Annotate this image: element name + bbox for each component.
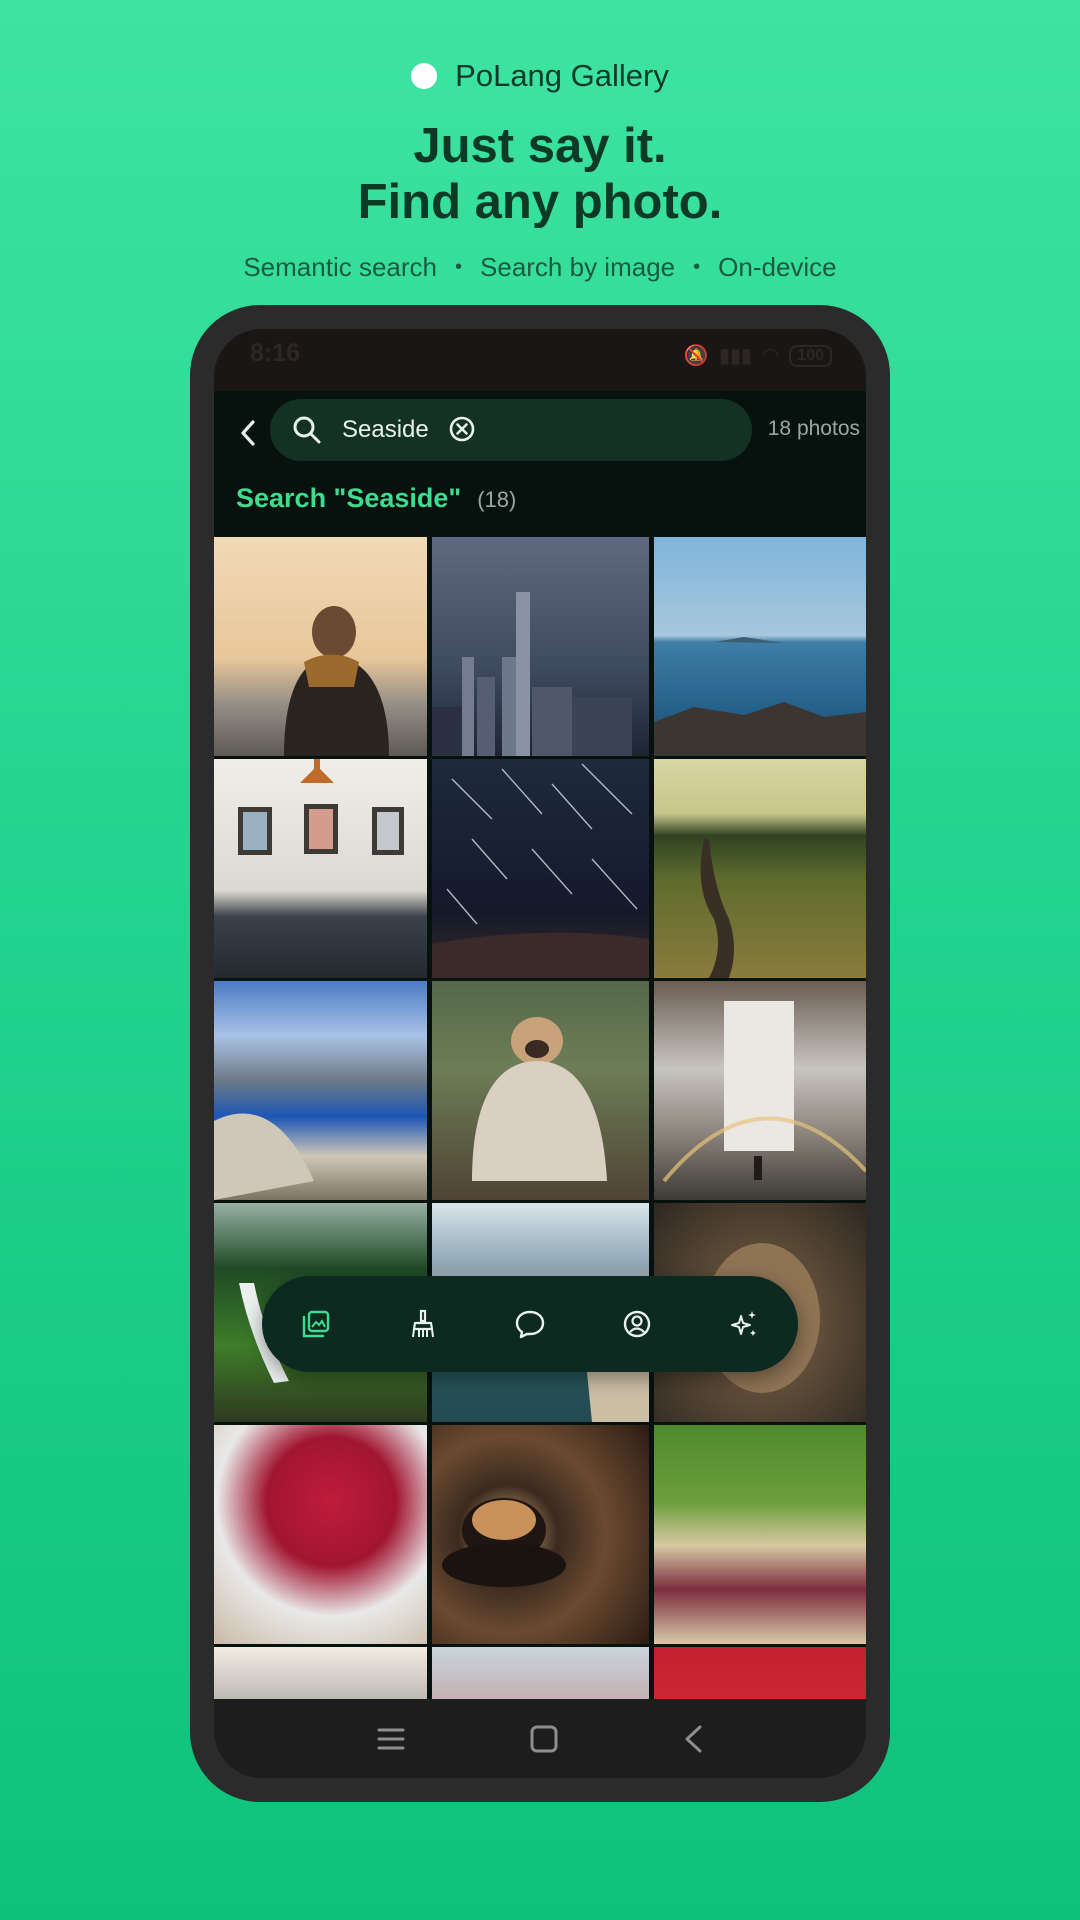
photo-rocky-coast-sea[interactable] <box>654 537 866 756</box>
photo-art <box>432 592 632 756</box>
recents-icon[interactable] <box>376 1726 406 1752</box>
chat-icon <box>515 1310 545 1339</box>
photo-art <box>284 606 389 756</box>
photo-art <box>432 763 649 978</box>
results-count: (18) <box>477 487 517 512</box>
results-header: Search "Seaside" (18) <box>236 483 516 514</box>
separator-dot: • <box>693 256 701 278</box>
system-navigation-bar <box>214 1699 866 1778</box>
headline-line-1: Just say it. <box>413 119 667 173</box>
wifi-icon: ◠ <box>761 345 780 367</box>
brand-logo-dot <box>411 63 438 89</box>
photo-art <box>654 637 866 756</box>
search-query[interactable]: Seaside <box>342 416 429 444</box>
sparkle-icon <box>731 1311 757 1336</box>
clean-icon <box>411 1309 434 1338</box>
photo-grid <box>214 537 866 1699</box>
photo-coffee-cup-table[interactable] <box>432 1425 649 1644</box>
brand-header: PoLang Gallery <box>0 58 1080 94</box>
nav-gallery-button[interactable] <box>288 1296 344 1352</box>
photo-fjord-cliff-view[interactable] <box>214 981 427 1200</box>
photo-art <box>442 1498 566 1587</box>
photo-art <box>662 1001 866 1183</box>
status-bar: 8:16 🔕 ▮▮▮ ◠ 100 <box>214 329 866 391</box>
headline-line-2: Find any photo. <box>357 175 723 229</box>
photo-count: 18 photos <box>767 417 860 440</box>
back-nav-icon[interactable] <box>682 1724 704 1754</box>
feature-on-device: On-device <box>718 252 837 282</box>
photo-art <box>214 1113 314 1200</box>
battery-icon: 100 <box>789 344 832 367</box>
nav-profile-button[interactable] <box>609 1296 665 1352</box>
feature-search-by-image: Search by image <box>480 252 676 282</box>
nav-ai-button[interactable] <box>716 1296 772 1352</box>
nav-chat-button[interactable] <box>502 1296 558 1352</box>
photo-grass-field-path[interactable] <box>654 759 866 978</box>
signal-icon: ▮▮▮ <box>718 345 752 367</box>
photo-art <box>238 759 404 855</box>
photo-waterfall-rainbow[interactable] <box>654 981 866 1200</box>
status-time: 8:16 <box>250 339 301 367</box>
back-button[interactable] <box>228 413 268 453</box>
nav-clean-button[interactable] <box>395 1296 451 1352</box>
photo-city-skyline-dusk[interactable] <box>432 537 649 756</box>
clear-search-icon[interactable] <box>448 415 476 443</box>
gallery-icon <box>302 1310 329 1338</box>
photo-man-in-jacket-at-beach[interactable] <box>214 537 427 756</box>
phone-frame: 8:16 🔕 ▮▮▮ ◠ 100 Seaside 18 photos Searc… <box>190 305 890 1802</box>
search-input[interactable]: Seaside <box>270 399 752 461</box>
photo-strawberries[interactable] <box>654 1647 866 1699</box>
photo-raspberries-bowl[interactable] <box>214 1425 427 1644</box>
photo-dark[interactable] <box>214 1647 427 1699</box>
brand-name: PoLang Gallery <box>455 58 669 93</box>
search-toolbar: Seaside 18 photos <box>214 391 866 475</box>
app-content: Seaside 18 photos Search "Seaside" (18) <box>214 391 866 1699</box>
photo-vegetables-onion[interactable] <box>654 1425 866 1644</box>
feature-semantic-search: Semantic search <box>243 252 437 282</box>
mute-icon: 🔕 <box>683 345 709 367</box>
bottom-navigation <box>262 1276 798 1372</box>
feature-list: Semantic search • Search by image • On-d… <box>0 252 1080 283</box>
phone-screen: 8:16 🔕 ▮▮▮ ◠ 100 Seaside 18 photos Searc… <box>214 329 866 1778</box>
photo-star-trails-night[interactable] <box>432 759 649 978</box>
status-icons: 🔕 ▮▮▮ ◠ 100 <box>684 343 832 368</box>
profile-icon <box>623 1310 651 1338</box>
headline: Just say it. Find any photo. <box>0 118 1080 230</box>
photo-restaurant-interior[interactable] <box>214 759 427 978</box>
photo-art <box>472 1017 607 1181</box>
results-title: Search "Seaside" <box>236 483 462 513</box>
search-icon <box>293 416 321 444</box>
photo-pug-in-blanket[interactable] <box>432 981 649 1200</box>
chevron-left-icon <box>241 420 255 446</box>
photo-red-item[interactable] <box>432 1647 649 1699</box>
home-icon[interactable] <box>529 1724 559 1754</box>
separator-dot: • <box>455 256 463 278</box>
photo-art <box>700 839 734 978</box>
